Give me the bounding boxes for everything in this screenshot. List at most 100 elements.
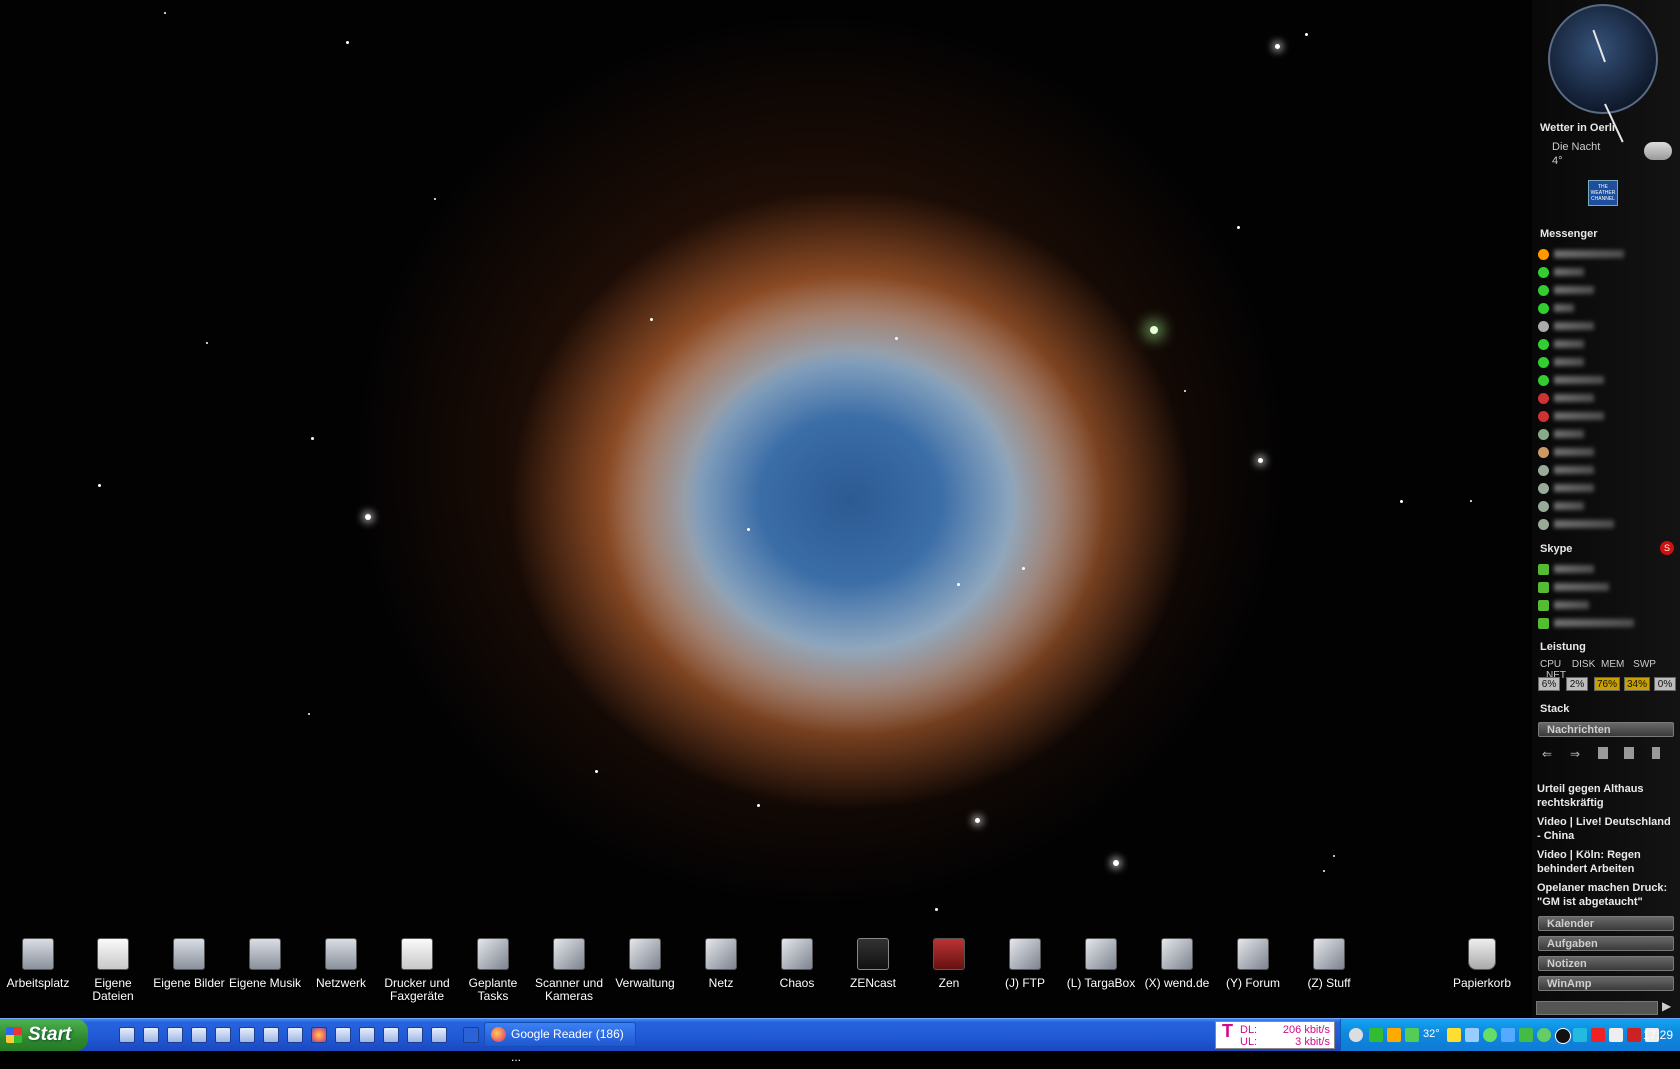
desktop-icon-label: Zen xyxy=(938,976,960,990)
desktop-icon-zencast[interactable]: ZENcast xyxy=(834,934,912,990)
messenger-contact[interactable] xyxy=(1538,444,1594,460)
tray-app-icon[interactable] xyxy=(1465,1028,1479,1042)
desktop-icon-eigene-dateien[interactable]: Eigene Dateien xyxy=(74,934,152,1003)
desktop-icon-label: (J) FTP xyxy=(1005,976,1045,990)
desktop-icon-geplante-tasks[interactable]: Geplante Tasks xyxy=(454,934,532,1003)
skype-contact[interactable] xyxy=(1538,579,1609,595)
messenger-contact[interactable] xyxy=(1538,246,1624,262)
messenger-contact[interactable] xyxy=(1538,426,1584,442)
tray-app-icon[interactable] xyxy=(1627,1028,1641,1042)
desktop-icon-netzwerk[interactable]: Netzwerk xyxy=(302,934,380,990)
news-item[interactable]: Video | Köln: Regen behindert Arbeiten xyxy=(1537,848,1675,876)
desktop-icon-chaos[interactable]: Chaos xyxy=(758,934,836,990)
tray-app-icon[interactable] xyxy=(1405,1028,1419,1042)
desktop-icon-eigene-bilder[interactable]: Eigene Bilder xyxy=(150,934,228,990)
quicklaunch-icon[interactable] xyxy=(167,1027,183,1043)
messenger-contact[interactable] xyxy=(1538,498,1584,514)
messenger-contact[interactable] xyxy=(1538,282,1594,298)
stack-forward-icon[interactable]: ⇒ xyxy=(1570,747,1580,761)
quicklaunch-icon[interactable] xyxy=(431,1027,447,1043)
tray-arrow-icon[interactable] xyxy=(1349,1028,1363,1042)
weather-condition: Die Nacht xyxy=(1552,141,1601,153)
quicklaunch-icon[interactable] xyxy=(143,1027,159,1043)
tray-app-icon[interactable] xyxy=(1483,1028,1497,1042)
messenger-contact[interactable] xyxy=(1538,462,1594,478)
desktop-icon-netz[interactable]: Netz xyxy=(682,934,760,990)
calendar-panel[interactable]: Kalender xyxy=(1538,916,1674,931)
weather-temperature: 4° xyxy=(1552,155,1563,167)
network-meter[interactable]: T DL: 206 kbit/s UL: 3 kbit/s xyxy=(1215,1021,1335,1049)
stack-back-icon[interactable]: ⇐ xyxy=(1542,747,1552,761)
sidebar-search-field[interactable] xyxy=(1536,1001,1658,1015)
quicklaunch-icon[interactable] xyxy=(215,1027,231,1043)
messenger-contact[interactable] xyxy=(1538,390,1594,406)
tray-app-icon[interactable] xyxy=(1537,1028,1551,1042)
quicklaunch-icon[interactable] xyxy=(191,1027,207,1043)
desktop-icon-targabox[interactable]: (L) TargaBox xyxy=(1062,934,1140,990)
tray-app-icon[interactable] xyxy=(1555,1028,1571,1044)
tray-app-icon[interactable] xyxy=(1573,1028,1587,1042)
skype-contact[interactable] xyxy=(1538,615,1634,631)
messenger-contact[interactable] xyxy=(1538,480,1594,496)
notes-panel[interactable]: Notizen xyxy=(1538,956,1674,971)
tray-temperature[interactable]: 32° xyxy=(1423,1028,1440,1040)
stack-copy-icon[interactable] xyxy=(1598,747,1608,759)
stack-settings-icon[interactable] xyxy=(1624,747,1634,759)
tray-app-icon[interactable] xyxy=(1369,1028,1383,1042)
skype-contact[interactable] xyxy=(1538,597,1589,613)
quicklaunch-icon[interactable] xyxy=(359,1027,375,1043)
quicklaunch-icon[interactable] xyxy=(287,1027,303,1043)
messenger-contact[interactable] xyxy=(1538,300,1574,316)
quicklaunch-icon[interactable] xyxy=(239,1027,255,1043)
skype-contact[interactable] xyxy=(1538,561,1594,577)
messenger-contact[interactable] xyxy=(1538,516,1614,532)
stack-pin-icon[interactable] xyxy=(1652,747,1660,759)
desktop-icon-papierkorb[interactable]: Papierkorb xyxy=(1443,934,1521,990)
messenger-contact[interactable] xyxy=(1538,318,1594,334)
taskbar-button-google-reader[interactable]: Google Reader (186) ... xyxy=(484,1022,636,1064)
sidebar-arrow-icon[interactable]: ▶ xyxy=(1662,999,1671,1013)
news-item[interactable]: Video | Live! Deutschland - China xyxy=(1537,815,1675,843)
quicklaunch-icon[interactable] xyxy=(335,1027,351,1043)
news-item[interactable]: Opelaner machen Druck: "GM ist abgetauch… xyxy=(1537,881,1675,909)
status-icon xyxy=(1538,338,1549,350)
documents-icon xyxy=(97,938,129,970)
desktop-icon-zen[interactable]: Zen xyxy=(910,934,988,990)
desktop-icon-drucker[interactable]: Drucker und Faxgeräte xyxy=(378,934,456,1003)
desktop-icon-ftp[interactable]: (J) FTP xyxy=(986,934,1064,990)
tray-app-icon[interactable] xyxy=(1387,1028,1401,1042)
messenger-contact[interactable] xyxy=(1538,354,1584,370)
tasks-panel[interactable]: Aufgaben xyxy=(1538,936,1674,951)
tray-app-icon[interactable] xyxy=(1519,1028,1533,1042)
start-button[interactable]: Start xyxy=(0,1019,88,1051)
firefox-icon xyxy=(491,1027,506,1042)
desktop-icon-forum[interactable]: (Y) Forum xyxy=(1214,934,1292,990)
desktop-icon-scanner[interactable]: Scanner und Kameras xyxy=(530,934,608,1003)
messenger-contact[interactable] xyxy=(1538,372,1604,388)
quicklaunch-icon[interactable] xyxy=(407,1027,423,1043)
recycle-bin-icon xyxy=(1468,938,1496,970)
desktop-icon-stuff[interactable]: (Z) Stuff xyxy=(1290,934,1368,990)
desktop-icon-verwaltung[interactable]: Verwaltung xyxy=(606,934,684,990)
tray-app-icon[interactable] xyxy=(1501,1028,1515,1042)
desktop-icon-arbeitsplatz[interactable]: Arbeitsplatz xyxy=(0,934,77,990)
winamp-panel[interactable]: WinAmp xyxy=(1538,976,1674,991)
quicklaunch-icon[interactable] xyxy=(263,1027,279,1043)
weather-channel-logo[interactable]: THE WEATHER CHANNEL xyxy=(1588,180,1618,206)
desktop-icon-eigene-musik[interactable]: Eigene Musik xyxy=(226,934,304,990)
messenger-contact[interactable] xyxy=(1538,408,1604,424)
taskbar-clock[interactable]: 17:29 xyxy=(1643,1028,1673,1042)
tray-app-icon[interactable] xyxy=(1609,1028,1623,1042)
desktop-icon-wend[interactable]: (X) wend.de xyxy=(1138,934,1216,990)
messenger-contact[interactable] xyxy=(1538,336,1584,352)
quicklaunch-icon[interactable] xyxy=(383,1027,399,1043)
news-item[interactable]: Urteil gegen Althaus rechtskräftig xyxy=(1537,782,1675,810)
toolbar-handle[interactable] xyxy=(463,1027,479,1043)
firefox-icon[interactable] xyxy=(311,1027,327,1043)
quicklaunch-icon[interactable] xyxy=(119,1027,135,1043)
tray-app-icon[interactable] xyxy=(1447,1028,1461,1042)
tray-star-icon[interactable] xyxy=(1591,1028,1605,1042)
analog-clock[interactable] xyxy=(1548,4,1658,143)
stack-feed-selector[interactable]: Nachrichten xyxy=(1538,722,1674,737)
messenger-contact[interactable] xyxy=(1538,264,1584,280)
